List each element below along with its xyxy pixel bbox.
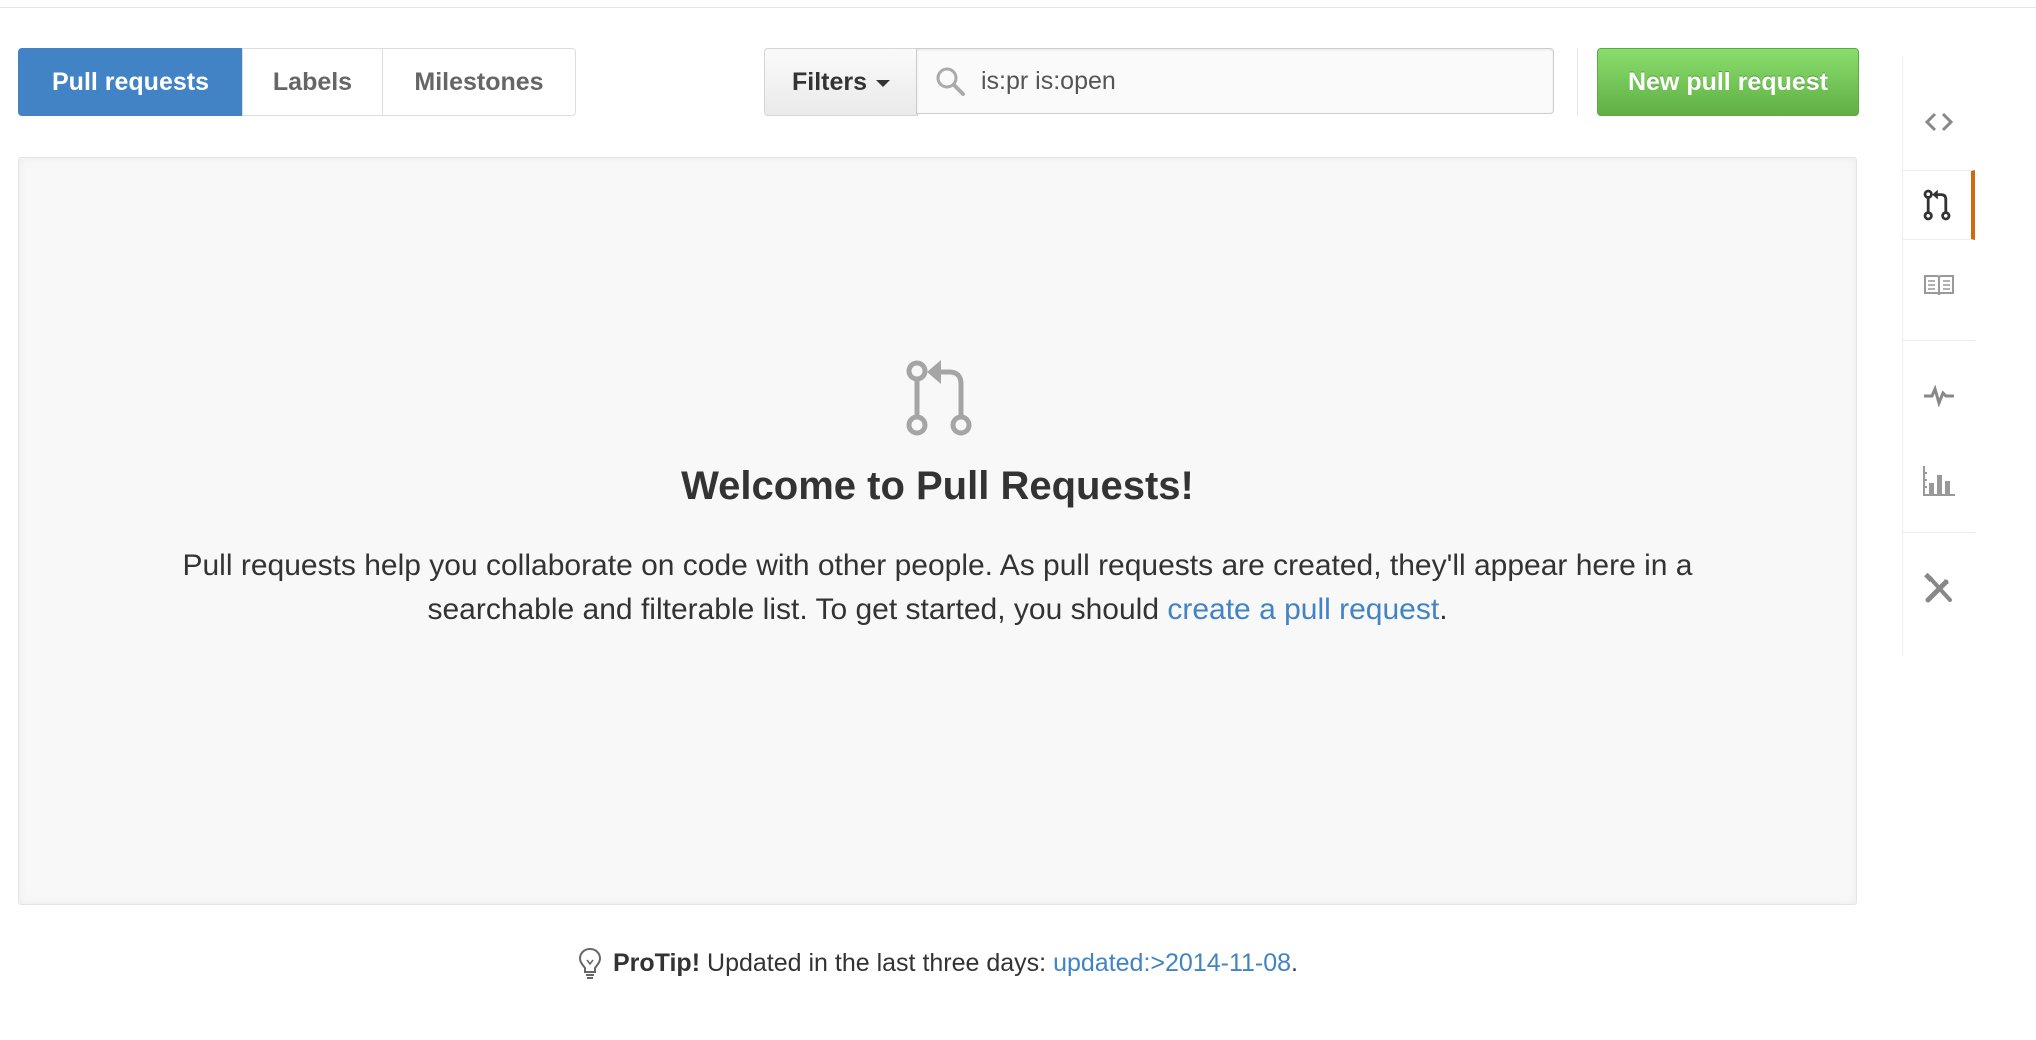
protip: ProTip! Updated in the last three days: …: [0, 946, 1875, 980]
filters-dropdown-button[interactable]: Filters: [764, 48, 918, 116]
subnav-tabs: Pull requests Labels Milestones: [18, 48, 576, 116]
protip-label: ProTip!: [612, 948, 701, 977]
new-pull-request-label: New pull request: [1627, 67, 1829, 96]
graph-icon: [1923, 466, 1955, 496]
nav-wiki[interactable]: [1903, 250, 1975, 320]
protip-suffix: .: [1291, 948, 1298, 977]
issues-search: [916, 48, 1554, 114]
code-icon: [1924, 112, 1954, 132]
nav-pull-requests[interactable]: [1903, 170, 1975, 240]
nav-divider: [1903, 340, 1975, 341]
blankslate-text-end: .: [1439, 593, 1448, 626]
tab-milestones[interactable]: Milestones: [382, 48, 576, 116]
tab-labels-label: Labels: [272, 67, 353, 96]
top-divider: [0, 7, 2036, 8]
git-pull-request-icon: [1923, 189, 1951, 221]
blankslate: Welcome to Pull Requests! Pull requests …: [18, 157, 1857, 905]
header-separator: [1577, 48, 1578, 116]
repository-sidebar-nav: [1902, 56, 1975, 656]
create-pull-request-link[interactable]: create a pull request: [1167, 593, 1439, 626]
protip-text: Updated in the last three days:: [707, 948, 1047, 977]
tab-labels[interactable]: Labels: [242, 48, 383, 116]
search-icon: [933, 64, 967, 98]
pulse-icon: [1924, 384, 1954, 407]
filters-label: Filters: [791, 67, 868, 96]
git-pull-request-icon: [906, 360, 972, 436]
nav-code[interactable]: [1903, 87, 1975, 157]
chevron-down-icon: [876, 80, 891, 87]
blankslate-description: Pull requests help you collaborate on co…: [119, 544, 1756, 632]
search-input[interactable]: [979, 60, 1543, 102]
nav-graphs[interactable]: [1903, 446, 1975, 516]
nav-pulse[interactable]: [1903, 360, 1975, 430]
tools-icon: [1924, 572, 1952, 603]
tab-pull-requests[interactable]: Pull requests: [18, 48, 243, 116]
protip-query-link[interactable]: updated:>2014-11-08: [1053, 949, 1291, 978]
nav-divider: [1903, 532, 1975, 533]
nav-settings[interactable]: [1903, 554, 1975, 624]
blankslate-text: Pull requests help you collaborate on co…: [182, 549, 1693, 626]
tab-milestones-label: Milestones: [414, 67, 544, 96]
new-pull-request-button[interactable]: New pull request: [1597, 48, 1859, 116]
tab-pull-requests-label: Pull requests: [52, 67, 209, 96]
book-icon: [1924, 275, 1954, 296]
light-bulb-icon: [578, 947, 601, 979]
blankslate-title: Welcome to Pull Requests!: [681, 464, 1194, 508]
